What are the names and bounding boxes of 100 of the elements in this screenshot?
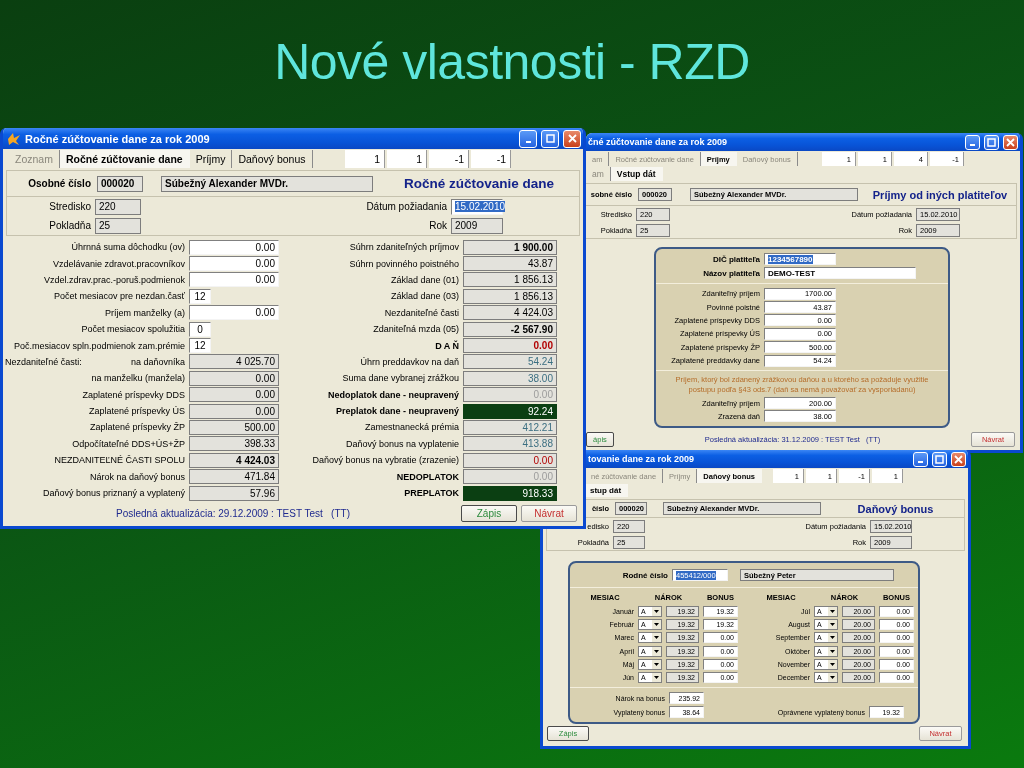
input-field[interactable]: 1234567890 [764, 253, 836, 265]
caret-icon [654, 649, 659, 653]
close-icon [1006, 137, 1015, 147]
field-label: Súhrn povinného poistného [349, 258, 459, 269]
value-field: 0.00 [463, 452, 557, 468]
caret-icon [830, 610, 835, 614]
field-label: Poč.mesiacov spln.podmienok zam.prémie [13, 340, 185, 351]
value-field: 0.00 [463, 338, 557, 354]
field-label: NEZDANITEĽNÉ ČASTI SPOLU [54, 455, 185, 466]
input-field[interactable]: 12 [189, 338, 211, 354]
value-field: 918.33 [463, 485, 557, 501]
value-field: 0.00 [189, 370, 279, 386]
minimize-icon [918, 461, 923, 463]
value-field: 54.24 [463, 354, 557, 370]
field-label: na manželku (manžela) [91, 373, 185, 384]
minimize-button[interactable] [519, 129, 537, 148]
maximize-button[interactable] [541, 129, 559, 148]
value-field: 1 856.13 [463, 288, 557, 304]
tab[interactable]: Ročné zúčtovanie dane [59, 150, 190, 168]
caret-icon [830, 623, 835, 627]
field-label: Zaplatené príspevky DDS [82, 389, 185, 400]
field-label: Zaplatené príspevky ÚS [88, 406, 185, 417]
maximize-button[interactable] [932, 451, 947, 467]
value-field: 57.96 [189, 485, 279, 501]
form-heading: Ročné zúčtovanie dane [402, 176, 555, 191]
value-field: 0.00 [463, 469, 557, 485]
caret-icon [830, 636, 835, 640]
input-field[interactable]: 0.00 [189, 272, 279, 288]
input-field[interactable]: 0.00 [189, 239, 279, 255]
input-field[interactable]: 0.00 [189, 305, 279, 321]
field-label: Nedoplatok dane - neupravený [327, 389, 459, 400]
maximize-icon [935, 454, 944, 464]
field-label: Základ dane (03) [390, 291, 459, 302]
close-button[interactable] [563, 129, 581, 148]
tab[interactable]: Daňový bonus [232, 150, 313, 168]
close-button[interactable] [951, 451, 966, 467]
caret-icon [830, 662, 835, 666]
field-label: Príjem manželky (a) [105, 307, 185, 318]
field-label: PREPLATOK [404, 488, 459, 499]
field-label: Vzdel.zdrav.prac.-poruš.podmienok [44, 274, 185, 285]
value-field: 471.84 [189, 469, 279, 485]
close-icon [954, 454, 963, 464]
input-field[interactable]: 12 [189, 288, 211, 304]
minimize-icon [525, 140, 531, 143]
close-button[interactable] [1003, 134, 1018, 150]
window-title: Ročné zúčtovanie dane za rok 2009 [25, 132, 211, 145]
field-label: Základ dane (01) [390, 274, 459, 285]
minimize-button[interactable] [965, 134, 980, 150]
counter-field[interactable]: -1 [471, 150, 511, 168]
field-label: Zamestnanecká prémia [364, 422, 459, 433]
tab[interactable]: Vstup dát [610, 167, 663, 181]
caret-icon [654, 623, 659, 627]
field-label: Počet mesiacov spolužitia [81, 324, 185, 335]
field-label: Nezdaniteľné časti [384, 307, 459, 318]
input-field[interactable]: 0.00 [189, 256, 279, 272]
maximize-button[interactable] [984, 134, 999, 150]
value-field: 412.21 [463, 420, 557, 435]
input-field[interactable]: 15.02.2010 [451, 198, 503, 215]
input-field[interactable]: 0 [189, 321, 211, 337]
counter-field[interactable]: -1 [429, 150, 469, 168]
field-label: Osobné číslo [28, 178, 91, 189]
last-update-text: Posledná aktualizácia: 29.12.2009 : TEST Test (TT) [115, 508, 351, 519]
minimize-button[interactable] [913, 451, 928, 467]
input-field[interactable]: DEMO-TEST [764, 267, 916, 279]
field-label: Dátum požiadania [366, 201, 447, 212]
field-label: na daňovníka [130, 356, 185, 367]
value-field: 0.00 [189, 387, 279, 403]
value-field: 4 424.03 [189, 452, 279, 468]
field-label: Daňový bonus na vybratie (zrazenie) [312, 455, 459, 466]
value-field: 0.00 [189, 403, 279, 419]
field-label: NEDOPLATOK [396, 471, 459, 482]
field-label: Preplatok dane - neupravený [335, 406, 459, 417]
maximize-icon [987, 137, 996, 147]
tab[interactable]: Príjmy [189, 150, 233, 168]
logo-icon [7, 131, 21, 146]
field-label: Nezdaniteľné časti: [5, 356, 82, 367]
field-label: Nárok na daňový bonus [89, 471, 185, 482]
caret-icon [654, 636, 659, 640]
caret-icon [654, 676, 659, 680]
tab[interactable]: stup dát [584, 484, 629, 497]
back-button[interactable]: Návrat [521, 505, 577, 522]
value-field: 43.87 [463, 256, 557, 272]
field-label: Rok [429, 220, 447, 231]
window-title: čné zúčtovanie dane za rok 2009 [588, 137, 729, 147]
value-field: 25 [95, 217, 141, 234]
form-heading: Daňový bonus [856, 502, 935, 515]
field-label: DIČ platiteľa [712, 254, 760, 264]
field-label: Rodné číslo [622, 570, 668, 580]
counter-field[interactable]: 1 [387, 150, 427, 168]
field-label: Úhrnná suma dôchodku (ov) [71, 242, 185, 253]
field-label: Stredisko [49, 201, 91, 212]
value-field: 413.88 [463, 436, 557, 452]
field-label: Názov platiteľa [703, 268, 760, 278]
caret-icon [654, 610, 659, 614]
value-field: 0.00 [463, 387, 557, 403]
counter-field[interactable]: 1 [345, 150, 385, 168]
save-button[interactable]: Zápis [461, 505, 517, 522]
slide-title: Nové vlastnosti - RZD [273, 33, 751, 92]
caret-icon [654, 662, 659, 666]
value-field: 1 856.13 [463, 272, 557, 288]
